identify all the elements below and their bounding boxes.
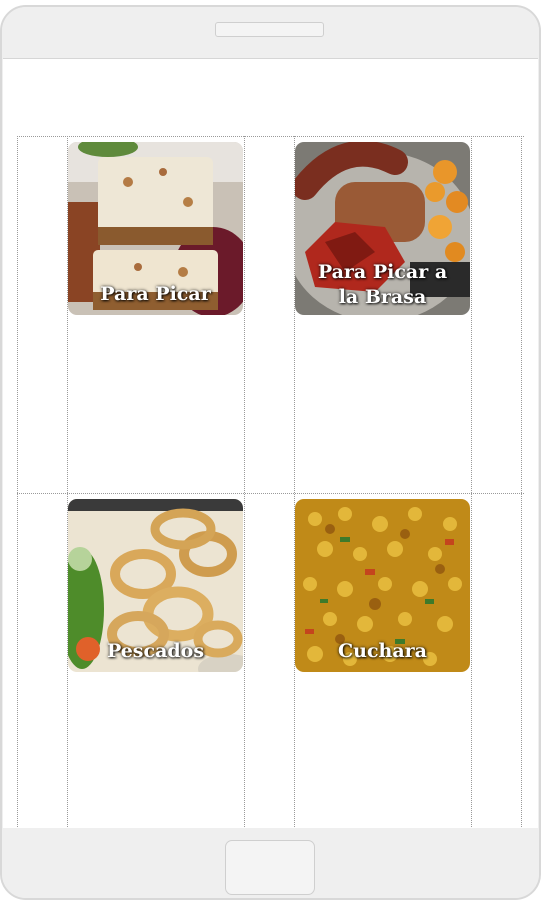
grid-guide xyxy=(17,493,524,494)
phone-top-bar xyxy=(2,7,539,58)
category-tile-para-picar-a-la-brasa[interactable]: Para Picar a la Brasa xyxy=(295,142,470,315)
category-tile-pescados[interactable]: Pescados xyxy=(68,499,243,672)
grid-guide xyxy=(471,136,472,829)
app-screen: Para Picar Para Picar a la Brasa Pescado… xyxy=(3,58,538,830)
tile-label: Pescados xyxy=(106,640,205,662)
grid-guide xyxy=(17,136,524,137)
phone-frame: Para Picar Para Picar a la Brasa Pescado… xyxy=(0,5,541,900)
phone-bottom-bar xyxy=(2,828,539,898)
speaker-icon xyxy=(215,22,324,37)
tile-label: Para Picar a la Brasa xyxy=(317,261,448,308)
category-tile-para-picar[interactable]: Para Picar xyxy=(68,142,243,315)
grid-guide xyxy=(17,136,18,829)
home-button-icon[interactable] xyxy=(225,840,315,895)
tile-label: Para Picar xyxy=(100,283,211,305)
grid-guide xyxy=(244,136,245,829)
grid-guide xyxy=(521,136,522,829)
tile-label: Cuchara xyxy=(338,640,427,662)
category-tile-cuchara[interactable]: Cuchara xyxy=(295,499,470,672)
